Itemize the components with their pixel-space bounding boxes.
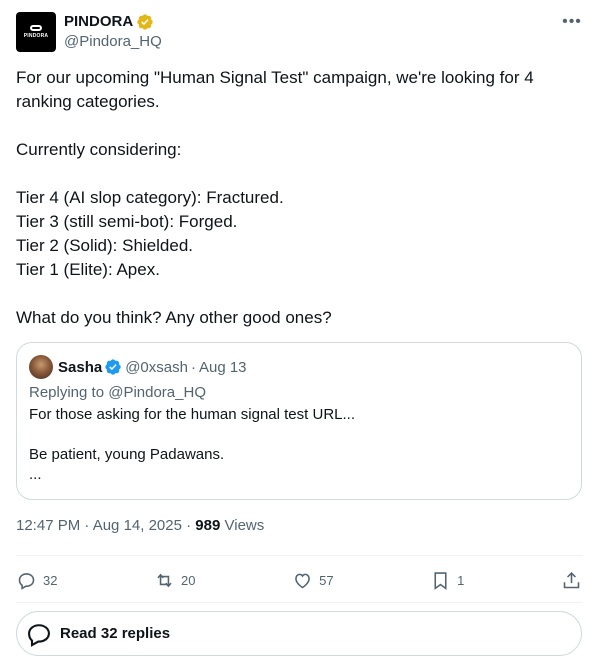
read-replies-button[interactable]: Read 32 replies [16, 611, 582, 656]
divider-top [16, 555, 582, 556]
author-name-block: PINDORA @Pindora_HQ [64, 12, 162, 52]
tweet-text: For our upcoming "Human Signal Test" cam… [16, 68, 534, 327]
reply-button[interactable]: 32 [16, 570, 57, 591]
quoted-tweet[interactable]: Sasha @0xsash · Aug 13 Replying to @Pind… [16, 342, 582, 500]
reply-bubble-icon [28, 623, 50, 647]
quoted-tweet-header: Sasha @0xsash · Aug 13 [29, 355, 569, 379]
replying-to-line: Replying to @Pindora_HQ [29, 383, 569, 403]
tweet-timestamp[interactable]: 12:47 PM · Aug 14, 2025 · [16, 517, 195, 534]
bookmark-button[interactable]: 1 [430, 570, 464, 591]
verified-blue-badge-icon [105, 359, 121, 375]
author-handle[interactable]: @Pindora_HQ [64, 32, 162, 52]
repost-count: 20 [181, 572, 196, 588]
author-display-name[interactable]: PINDORA [64, 12, 133, 32]
like-button[interactable]: 57 [292, 570, 334, 591]
share-icon [563, 571, 580, 588]
bookmark-count: 1 [457, 572, 465, 588]
quoted-author-handle: @0xsash [125, 358, 188, 376]
repost-button[interactable]: 20 [154, 570, 196, 591]
tweet-header: PINDORA PINDORA @Pindora_HQ ••• [16, 12, 582, 54]
heart-icon [295, 573, 310, 588]
quoted-tweet-text: For those asking for the human signal te… [29, 406, 355, 483]
author-display-name-row[interactable]: PINDORA [64, 12, 162, 32]
action-bar: 32 20 57 1 [16, 568, 582, 592]
quoted-separator: · [190, 358, 196, 376]
replying-prefix: Replying to [29, 384, 105, 401]
reply-count: 32 [43, 572, 58, 588]
quoted-date: Aug 13 [198, 358, 247, 376]
verified-gold-badge-icon [137, 14, 153, 30]
read-replies-label: Read 32 replies [60, 625, 171, 642]
repost-icon [157, 573, 172, 587]
bookmark-icon [434, 571, 447, 590]
replying-to-handle[interactable]: @Pindora_HQ [108, 384, 206, 401]
more-options-icon[interactable]: ••• [562, 14, 582, 34]
views-label: Views [224, 517, 265, 534]
reply-icon [18, 572, 35, 590]
divider-bottom [16, 602, 582, 603]
pindora-logo-icon [30, 25, 42, 31]
views-count: 989 [195, 517, 221, 534]
avatar-logo-text: PINDORA [23, 33, 49, 39]
like-count: 57 [319, 572, 334, 588]
quoted-author-avatar [29, 355, 53, 379]
tweet-meta: 12:47 PM · Aug 14, 2025 · 989 Views [16, 516, 264, 536]
share-button[interactable] [561, 570, 582, 591]
author-avatar[interactable]: PINDORA [16, 12, 56, 52]
quoted-author-name: Sasha [58, 358, 103, 376]
